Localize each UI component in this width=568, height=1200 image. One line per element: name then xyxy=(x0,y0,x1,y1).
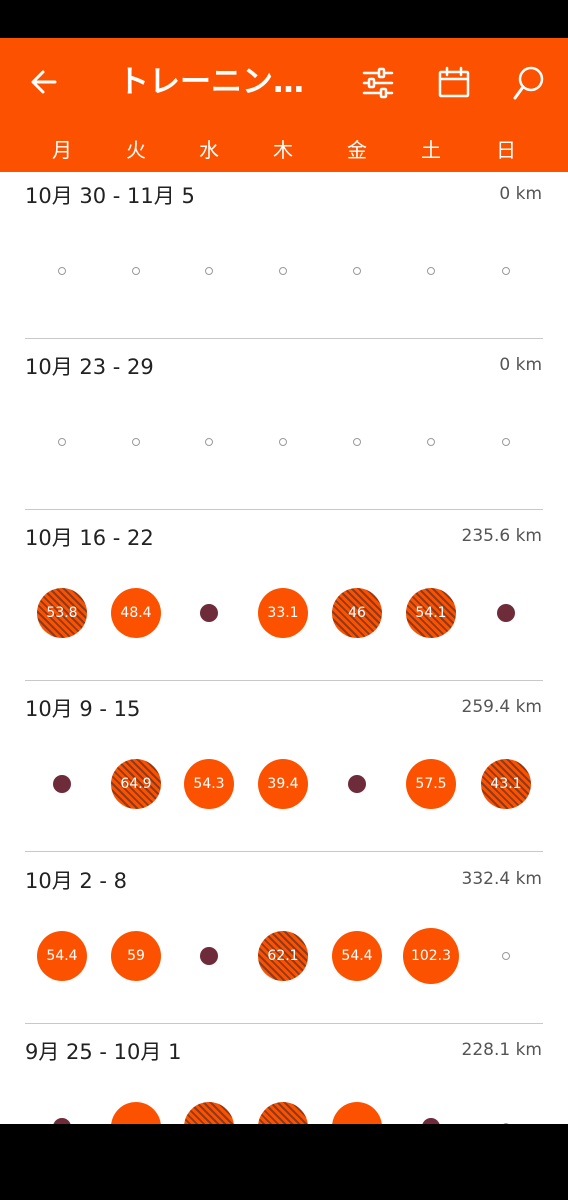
activity-bubble[interactable]: 54.3 xyxy=(184,759,234,809)
activity-distance: 46 xyxy=(348,605,366,621)
no-activity-dot xyxy=(205,267,213,275)
weekday-mon: 月 xyxy=(52,138,72,162)
activity-bubble-hatched[interactable]: 43.1 xyxy=(481,759,531,809)
activity-distance: 57.5 xyxy=(415,776,447,792)
no-activity-dot xyxy=(279,267,287,275)
calendar-button[interactable] xyxy=(430,60,478,106)
activity-bubble-hatched[interactable]: 46 xyxy=(332,588,382,638)
week-total-distance: 0 km xyxy=(499,184,542,204)
activity-bubble-hatched[interactable]: 62.1 xyxy=(258,931,308,981)
no-activity-dot xyxy=(58,438,66,446)
activity-bubble[interactable]: 48.4 xyxy=(111,588,161,638)
activity-bubble-hatched[interactable]: 54.1 xyxy=(406,588,456,638)
weekday-sat: 土 xyxy=(421,138,441,162)
page-title: トレーニン… xyxy=(118,64,304,100)
calendar-icon xyxy=(438,66,470,98)
week-range-label: 10月 23 - 29 xyxy=(25,355,154,379)
weekday-fri: 金 xyxy=(347,138,367,162)
week-section: 10月 30 - 11月 5 0 km xyxy=(0,172,568,343)
activity-bubble-hatched[interactable] xyxy=(258,1102,308,1124)
rest-day-dot[interactable] xyxy=(497,604,515,622)
activity-distance: 53.8 xyxy=(46,605,78,621)
activity-distance: 64.9 xyxy=(120,776,152,792)
status-bar xyxy=(0,0,568,38)
activity-distance: 59 xyxy=(127,948,145,964)
no-activity-dot xyxy=(279,438,287,446)
weekday-sun: 日 xyxy=(496,138,516,162)
app-header: トレーニン… 月 火 水 木 金 土 日 xyxy=(0,38,568,172)
no-activity-dot xyxy=(132,267,140,275)
activity-distance: 54.3 xyxy=(193,776,225,792)
no-activity-dot xyxy=(353,438,361,446)
activity-distance: 39.4 xyxy=(267,776,299,792)
activity-distance: 54.4 xyxy=(341,948,373,964)
activity-bubble[interactable]: 33.1 xyxy=(258,588,308,638)
no-activity-dot xyxy=(353,267,361,275)
no-activity-dot xyxy=(502,267,510,275)
week-range-label: 10月 16 - 22 xyxy=(25,526,154,550)
week-total-distance: 259.4 km xyxy=(461,697,542,717)
activity-distance: 102.3 xyxy=(410,948,452,964)
week-divider xyxy=(25,851,543,852)
activity-bubble[interactable]: 54.4 xyxy=(37,931,87,981)
activity-bubble[interactable] xyxy=(332,1102,382,1124)
training-week-list[interactable]: 10月 30 - 11月 5 0 km 10月 23 - 29 0 km 10月 16 … xyxy=(0,172,568,1124)
week-range-label: 10月 2 - 8 xyxy=(25,869,128,893)
week-divider xyxy=(25,680,543,681)
back-button[interactable] xyxy=(22,62,66,102)
week-divider xyxy=(25,509,543,510)
filter-button[interactable] xyxy=(354,60,402,106)
activity-distance: 48.4 xyxy=(120,605,152,621)
weekday-header: 月 火 水 木 金 土 日 xyxy=(0,130,568,170)
navigation-bar xyxy=(0,1124,568,1200)
week-range-label: 9月 25 - 10月 1 xyxy=(25,1040,182,1064)
week-section: 10月 2 - 8 332.4 km 54.4 59 62.1 54.4 102.3 xyxy=(0,857,568,1028)
no-activity-dot xyxy=(427,267,435,275)
rest-day-dot[interactable] xyxy=(53,775,71,793)
rest-day-dot[interactable] xyxy=(200,604,218,622)
week-range-label: 10月 9 - 15 xyxy=(25,697,141,721)
rest-day-dot[interactable] xyxy=(200,947,218,965)
weekday-wed: 水 xyxy=(199,138,219,162)
week-total-distance: 235.6 km xyxy=(461,526,542,546)
activity-bubble[interactable]: 39.4 xyxy=(258,759,308,809)
activity-bubble[interactable] xyxy=(111,1102,161,1124)
week-total-distance: 228.1 km xyxy=(461,1040,542,1060)
activity-bubble-hatched[interactable]: 53.8 xyxy=(37,588,87,638)
filter-sliders-icon xyxy=(362,67,394,99)
activity-bubble[interactable]: 57.5 xyxy=(406,759,456,809)
weekday-tue: 火 xyxy=(126,138,146,162)
activity-bubble-hatched[interactable]: 64.9 xyxy=(111,759,161,809)
activity-distance: 62.1 xyxy=(267,948,299,964)
no-activity-dot xyxy=(502,952,510,960)
week-section: 10月 9 - 15 259.4 km 64.9 54.3 39.4 57.5 43.1 xyxy=(0,685,568,856)
activity-bubble[interactable]: 102.3 xyxy=(403,928,459,984)
week-divider xyxy=(25,338,543,339)
week-total-distance: 0 km xyxy=(499,355,542,375)
week-range-label: 10月 30 - 11月 5 xyxy=(25,184,195,208)
activity-bubble-hatched[interactable] xyxy=(184,1102,234,1124)
weekday-thu: 木 xyxy=(273,138,293,162)
week-section: 10月 23 - 29 0 km xyxy=(0,343,568,514)
activity-distance: 43.1 xyxy=(490,776,522,792)
no-activity-dot xyxy=(205,438,213,446)
search-button[interactable] xyxy=(505,60,553,106)
week-section: 10月 16 - 22 235.6 km 53.8 48.4 33.1 46 54.1 xyxy=(0,514,568,685)
week-divider xyxy=(25,1023,543,1024)
back-arrow-icon xyxy=(31,70,57,94)
search-icon xyxy=(513,66,544,100)
no-activity-dot xyxy=(58,267,66,275)
no-activity-dot xyxy=(502,438,510,446)
no-activity-dot xyxy=(132,438,140,446)
week-section: 9月 25 - 10月 1 228.1 km xyxy=(0,1028,568,1124)
rest-day-dot[interactable] xyxy=(348,775,366,793)
activity-bubble[interactable]: 54.4 xyxy=(332,931,382,981)
activity-distance: 33.1 xyxy=(267,605,299,621)
week-total-distance: 332.4 km xyxy=(461,869,542,889)
no-activity-dot xyxy=(427,438,435,446)
activity-distance: 54.4 xyxy=(46,948,78,964)
activity-distance: 54.1 xyxy=(415,605,447,621)
activity-bubble[interactable]: 59 xyxy=(111,931,161,981)
